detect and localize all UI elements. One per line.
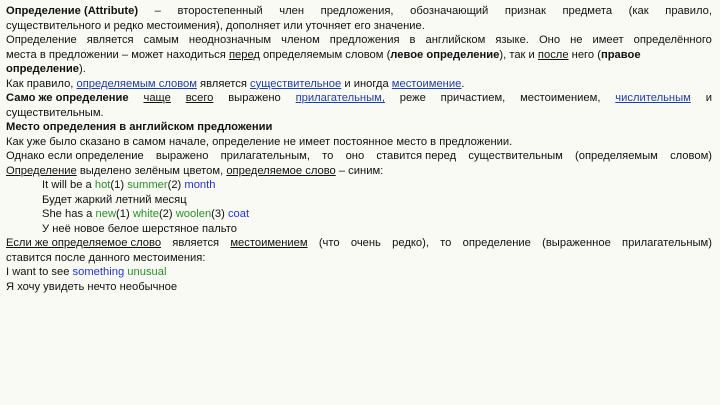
- document: Определение (Attribute) – второстепенный…: [6, 4, 712, 294]
- term-definition: Определение (Attribute): [6, 5, 139, 17]
- link-numeral[interactable]: числительным: [615, 91, 691, 106]
- p5-line: Как уже было сказано в самом начале, опр…: [6, 135, 513, 148]
- p6-line1: Однако если определение выражено прилага…: [6, 150, 712, 162]
- term-right-attribute: правое: [600, 48, 641, 61]
- example-1-en: It will be a hot(1) summer(2) month: [42, 179, 216, 191]
- term-left-attribute: левое определение: [390, 48, 500, 61]
- example-1-ru: Будет жаркий летний месяц: [42, 193, 187, 206]
- p4-line1: Само же определение чаще всего выражено …: [6, 91, 712, 106]
- p2-line3: определение).: [6, 63, 86, 75]
- example-2-en: She has a new(1) white(2) woolen(3) coat: [42, 208, 250, 220]
- p7-line1: Если же определяемое слово является мест…: [6, 237, 712, 249]
- p2-line1: Определение является самым неоднозначным…: [6, 34, 712, 46]
- word-after: после: [537, 48, 569, 61]
- link-adjective[interactable]: прилагательным,: [296, 91, 385, 106]
- p6-line2: Определение выделено зелёным цветом, опр…: [6, 164, 384, 177]
- p1-line2: существительного и редко местоимения), д…: [6, 19, 425, 32]
- example-2-ru: У неё новое белое шерстяное пальто: [42, 222, 237, 235]
- link-noun[interactable]: существительное: [250, 78, 341, 90]
- p4-line2: существительным.: [6, 106, 104, 119]
- p2-line2: места в предложении – может находиться п…: [6, 48, 641, 61]
- p7-line2: ставится после данного местоимения:: [6, 251, 206, 264]
- p3-line: Как правило, определяемым словом являетс…: [6, 77, 465, 90]
- link-pronoun[interactable]: местоимение: [392, 78, 462, 90]
- example-3-ru: Я хочу увидеть нечто необычное: [6, 280, 178, 293]
- example-3-en: I want to see something unusual: [6, 266, 167, 278]
- word-before: перед: [228, 48, 260, 61]
- section-heading: Место определения в английском предложен…: [6, 121, 273, 133]
- p1-line1: Определение (Attribute) – второстепенный…: [6, 5, 712, 17]
- link-defined-word[interactable]: определяемым словом: [77, 78, 197, 90]
